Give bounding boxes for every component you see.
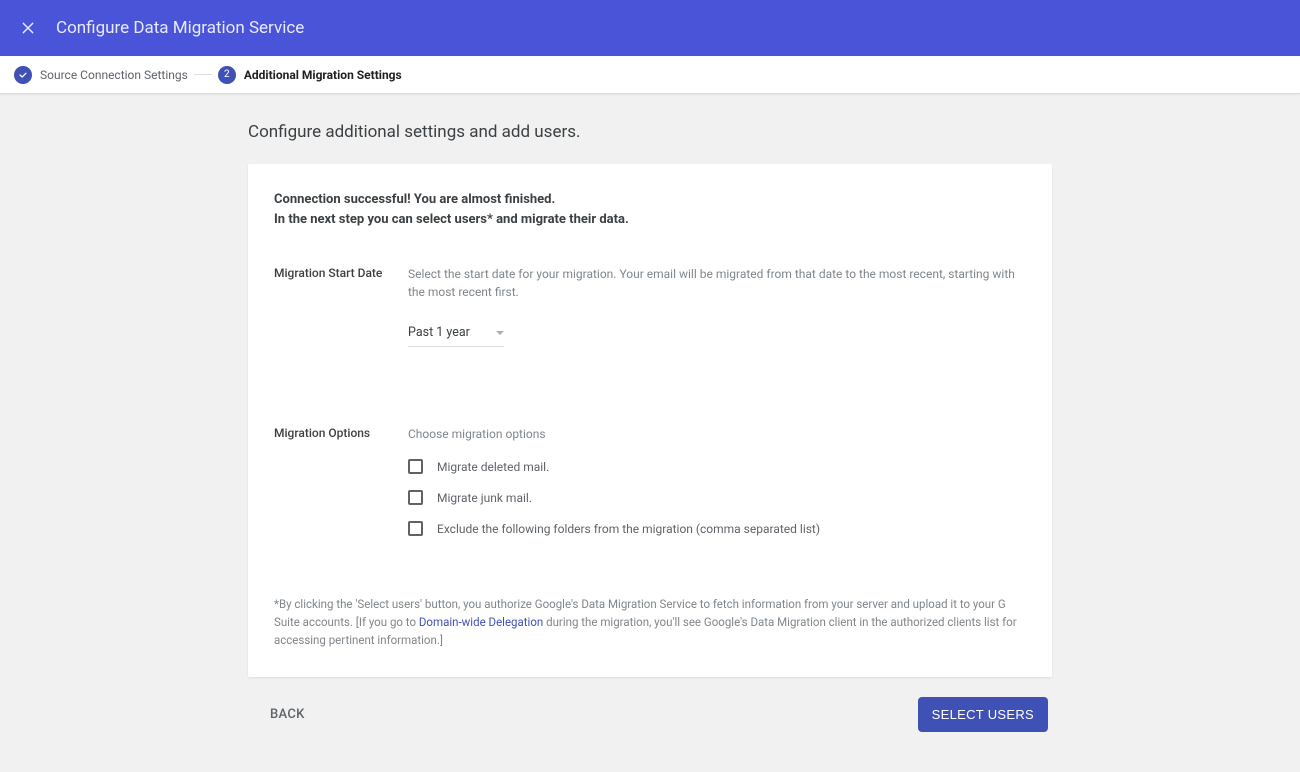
checkbox-label: Migrate junk mail.: [437, 491, 532, 505]
step-number-badge: 2: [218, 66, 236, 84]
start-date-select[interactable]: Past 1 year: [408, 325, 504, 347]
migration-start-date-row: Migration Start Date Select the start da…: [274, 265, 1026, 347]
checkbox[interactable]: [408, 490, 423, 505]
field-label: Migration Start Date: [274, 265, 408, 280]
select-users-button[interactable]: SELECT USERS: [918, 697, 1048, 732]
back-button[interactable]: BACK: [270, 707, 305, 722]
success-line-2: In the next step you can select users* a…: [274, 210, 1026, 230]
section-heading: Configure additional settings and add us…: [248, 122, 1052, 142]
checkbox[interactable]: [408, 459, 423, 474]
settings-card: Connection successful! You are almost fi…: [248, 164, 1052, 677]
check-icon: [14, 66, 32, 84]
action-bar: BACK SELECT USERS: [248, 677, 1052, 732]
step-source-connection[interactable]: Source Connection Settings: [14, 66, 188, 84]
step-separator: [194, 74, 212, 75]
step-label: Source Connection Settings: [40, 68, 188, 82]
select-value: Past 1 year: [408, 325, 470, 340]
success-line-1: Connection successful! You are almost fi…: [274, 190, 1026, 210]
stepper: Source Connection Settings 2 Additional …: [0, 56, 1300, 94]
option-migrate-deleted: Migrate deleted mail.: [408, 459, 1026, 474]
field-label: Migration Options: [274, 425, 408, 440]
checkbox-label: Exclude the following folders from the m…: [437, 522, 820, 536]
close-button[interactable]: [16, 16, 40, 40]
migration-options-row: Migration Options Choose migration optio…: [274, 425, 1026, 536]
step-label: Additional Migration Settings: [244, 68, 402, 82]
domain-wide-delegation-link[interactable]: Domain-wide Delegation: [419, 615, 543, 629]
field-helper: Choose migration options: [408, 425, 1026, 443]
option-exclude-folders: Exclude the following folders from the m…: [408, 521, 1026, 536]
app-header: Configure Data Migration Service: [0, 0, 1300, 56]
chevron-down-icon: [496, 331, 504, 335]
checkbox-label: Migrate deleted mail.: [437, 460, 549, 474]
option-migrate-junk: Migrate junk mail.: [408, 490, 1026, 505]
checkbox[interactable]: [408, 521, 423, 536]
close-icon: [20, 20, 36, 36]
field-helper: Select the start date for your migration…: [408, 265, 1026, 301]
step-additional-settings[interactable]: 2 Additional Migration Settings: [218, 66, 402, 84]
success-message: Connection successful! You are almost fi…: [274, 190, 1026, 229]
disclaimer-text: *By clicking the 'Select users' button, …: [274, 596, 1026, 649]
page-title: Configure Data Migration Service: [56, 18, 304, 38]
